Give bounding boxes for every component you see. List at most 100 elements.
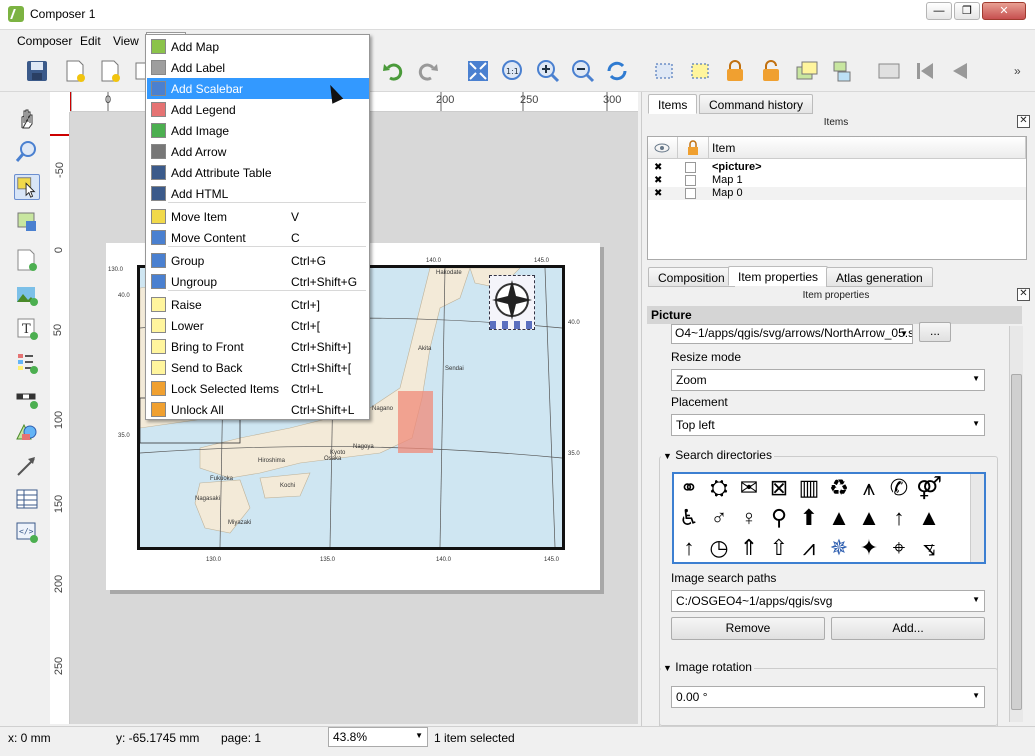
table-row[interactable]: ✖ <picture> (648, 161, 1026, 174)
symbol-cell[interactable]: ⩘ (794, 534, 824, 562)
symbol-cell[interactable]: ▥ (794, 474, 824, 502)
collapse-triangle-icon[interactable]: ▼ (663, 451, 672, 461)
zoom-full-icon[interactable] (465, 58, 491, 84)
symbol-cell[interactable]: ⇑ (734, 534, 764, 562)
symbol-cell[interactable]: ⛭ (704, 474, 734, 502)
symbol-cell[interactable]: ✉ (734, 474, 764, 502)
symbol-cell[interactable]: ♿ (674, 504, 704, 532)
table-row[interactable]: ✖ Map 1 (648, 174, 1026, 187)
symbol-cell[interactable]: ⇧ (764, 534, 794, 562)
visible-check-icon[interactable]: ✖ (654, 175, 662, 186)
symbol-cell[interactable]: ⦪ (914, 534, 944, 562)
minimize-button[interactable]: — (926, 2, 952, 20)
search-directories-toggle[interactable]: ▼ Search directories (661, 448, 774, 462)
north-arrow-picture-item[interactable] (489, 275, 535, 330)
tab-item-properties[interactable]: Item properties (728, 266, 829, 286)
raise-items-icon[interactable] (794, 58, 820, 84)
symbol-cell[interactable]: ✦ (854, 534, 884, 562)
lock-items-icon[interactable] (722, 58, 748, 84)
lock-checkbox[interactable] (685, 188, 696, 199)
previous-feature-icon[interactable] (946, 58, 972, 84)
menu-item-move-item[interactable]: Move Item V (147, 206, 369, 227)
align-items-icon[interactable] (830, 58, 856, 84)
unlock-items-icon[interactable] (758, 58, 784, 84)
add-image-icon[interactable] (14, 282, 40, 308)
visible-check-icon[interactable]: ✖ (654, 162, 662, 173)
tab-command-history[interactable]: Command history (699, 94, 814, 114)
item-column-header[interactable]: Item (709, 137, 1026, 159)
image-search-path-select[interactable]: C:/OSGEO4~1/apps/qgis/svg (671, 590, 985, 612)
menu-item-unlock-all[interactable]: Unlock All Ctrl+Shift+L (147, 399, 369, 420)
symbol-cell[interactable]: ▲ (914, 504, 944, 532)
lock-checkbox[interactable] (685, 162, 696, 173)
toolbar-overflow-icon[interactable]: » (1014, 64, 1021, 78)
menu-item-ungroup[interactable]: Ungroup Ctrl+Shift+G (147, 271, 369, 292)
refresh-icon[interactable] (604, 58, 630, 84)
menu-item-lock-selected-items[interactable]: Lock Selected Items Ctrl+L (147, 378, 369, 399)
symbol-cell[interactable]: ▲ (824, 504, 854, 532)
properties-scrollbar[interactable] (1009, 326, 1023, 722)
remove-button[interactable]: Remove (671, 617, 825, 640)
lock-checkbox[interactable] (685, 175, 696, 186)
rotation-spinbox[interactable]: 0.00 ° (671, 686, 985, 708)
menu-item-add-html[interactable]: Add HTML (147, 183, 369, 204)
symbol-cell[interactable]: ⚤ (914, 474, 944, 502)
symbol-cell[interactable]: ♂ (704, 504, 734, 532)
add-legend-icon[interactable] (14, 350, 40, 376)
add-attribute-table-icon[interactable] (14, 486, 40, 512)
redo-icon[interactable] (415, 58, 441, 84)
symbol-cell[interactable]: ⌖ (884, 534, 914, 562)
props-dock-close-icon[interactable]: ✕ (1017, 288, 1030, 301)
close-button[interactable]: ✕ (982, 2, 1026, 20)
move-content-icon[interactable] (14, 209, 40, 235)
symbol-cell[interactable]: ⚭ (674, 474, 704, 502)
menu-item-add-arrow[interactable]: Add Arrow (147, 141, 369, 162)
menu-edit[interactable]: Edit (80, 34, 101, 48)
menu-item-add-attribute-table[interactable]: Add Attribute Table (147, 162, 369, 183)
picture-path-input[interactable]: O4~1/apps/qgis/svg/arrows/NorthArrow_05.… (671, 324, 913, 344)
menu-item-bring-to-front[interactable]: Bring to Front Ctrl+Shift+] (147, 336, 369, 357)
group-items-icon[interactable] (652, 58, 678, 84)
symbol-cell[interactable]: ♀ (734, 504, 764, 532)
symbol-cell[interactable]: ⩚ (854, 474, 884, 502)
symbol-cell[interactable]: ✆ (884, 474, 914, 502)
visibility-column-header[interactable] (648, 137, 678, 159)
menu-item-add-image[interactable]: Add Image (147, 120, 369, 141)
zoom-in-icon[interactable] (535, 58, 561, 84)
add-html-icon[interactable]: </> (14, 519, 40, 545)
zoom-tool-icon[interactable] (14, 139, 40, 165)
duplicate-composer-icon[interactable] (97, 58, 123, 84)
visible-check-icon[interactable]: ✖ (654, 188, 662, 199)
symbol-cell[interactable]: ↑ (674, 534, 704, 562)
add-scalebar-icon[interactable] (14, 384, 40, 410)
items-dock-close-icon[interactable]: ✕ (1017, 115, 1030, 128)
add-shape-icon[interactable] (14, 418, 40, 444)
menu-item-lower[interactable]: Lower Ctrl+[ (147, 315, 369, 336)
symbol-cell[interactable]: ↑ (884, 504, 914, 532)
pan-hand-icon[interactable] (14, 106, 40, 132)
symbol-cell[interactable]: ⬆ (794, 504, 824, 532)
tab-atlas-generation[interactable]: Atlas generation (826, 267, 933, 287)
menu-item-raise[interactable]: Raise Ctrl+] (147, 294, 369, 315)
browse-button[interactable]: ... (919, 322, 951, 342)
table-row[interactable]: ✖ Map 0 (648, 187, 1026, 200)
symbol-cell[interactable]: ⚲ (764, 504, 794, 532)
properties-scrollbar-thumb[interactable] (1011, 374, 1022, 710)
symbol-cell[interactable]: ◷ (704, 534, 734, 562)
atlas-preview-icon[interactable] (876, 58, 902, 84)
menu-view[interactable]: View (113, 34, 139, 48)
add-path-button[interactable]: Add... (831, 617, 985, 640)
first-feature-icon[interactable] (912, 58, 938, 84)
resize-mode-select[interactable]: Zoom (671, 369, 985, 391)
add-arrow-icon[interactable] (14, 453, 40, 479)
menu-item-move-content[interactable]: Move Content C (147, 227, 369, 248)
lock-column-header[interactable] (678, 137, 709, 159)
placement-select[interactable]: Top left (671, 414, 985, 436)
zoom-select[interactable]: 43.8% (328, 727, 428, 747)
select-move-item-icon[interactable] (14, 174, 40, 200)
image-rotation-toggle[interactable]: ▼ Image rotation (661, 660, 754, 674)
tab-items[interactable]: Items (648, 94, 698, 114)
maximize-button[interactable]: ❐ (954, 2, 980, 20)
collapse-triangle-icon[interactable]: ▼ (663, 663, 672, 673)
menu-item-add-label[interactable]: Add Label (147, 57, 369, 78)
